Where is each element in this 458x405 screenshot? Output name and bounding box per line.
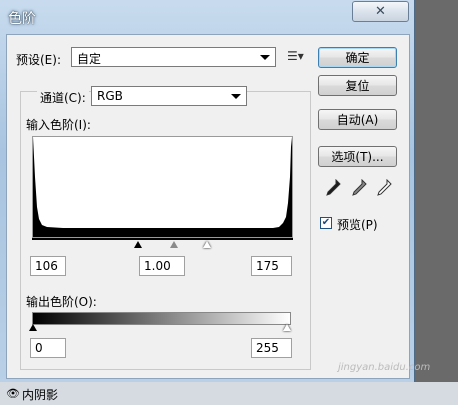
layers-panel-row[interactable]: 👁 内阴影 (0, 382, 458, 405)
reset-button[interactable]: 复位 (318, 75, 397, 96)
input-black-field[interactable]: 106 (30, 256, 66, 276)
output-white-slider[interactable] (283, 324, 291, 331)
dialog-body: 预设(E): 自定 ☰▾ 通道(C): RGB 输入色阶(I): 106 1.0… (6, 34, 410, 379)
levels-dialog: 色阶 ✕ 预设(E): 自定 ☰▾ 通道(C): RGB 输入色阶(I): 10… (0, 0, 415, 382)
checkmark-icon: ✔ (321, 217, 331, 228)
input-gamma-field[interactable]: 1.00 (139, 256, 185, 276)
preset-label: 预设(E): (16, 53, 61, 67)
gray-eyedropper-icon[interactable] (351, 179, 367, 197)
menu-list-icon[interactable]: ☰▾ (287, 49, 304, 63)
chevron-down-icon (231, 94, 241, 99)
channel-value: RGB (97, 89, 123, 103)
output-white-field[interactable]: 255 (251, 338, 292, 358)
channel-label: 通道(C): (37, 89, 89, 106)
gamma-slider[interactable] (170, 241, 178, 248)
visibility-eye-icon[interactable]: 👁 (6, 387, 20, 400)
input-levels-label: 输入色阶(I): (26, 118, 91, 132)
output-black-slider[interactable] (29, 324, 37, 331)
preset-select[interactable]: 自定 (71, 47, 276, 67)
chevron-down-icon (260, 55, 270, 60)
close-icon: ✕ (375, 4, 386, 19)
dialog-title: 色阶 (8, 11, 36, 27)
title-bar[interactable]: 色阶 ✕ (0, 0, 414, 34)
auto-button[interactable]: 自动(A) (318, 109, 397, 130)
close-button[interactable]: ✕ (352, 1, 409, 22)
output-black-field[interactable]: 0 (30, 338, 66, 358)
white-point-slider[interactable] (203, 241, 211, 248)
layer-label: 内阴影 (22, 388, 59, 402)
options-button[interactable]: 选项(T)... (318, 146, 397, 167)
channel-select[interactable]: RGB (91, 86, 247, 106)
histogram (32, 136, 293, 238)
output-gradient (32, 312, 291, 325)
white-eyedropper-icon[interactable] (376, 179, 392, 197)
black-eyedropper-icon[interactable] (325, 179, 341, 197)
preview-label: 预览(P) (337, 218, 378, 232)
histogram-graph (33, 137, 292, 237)
output-levels-label: 输出色阶(O): (26, 295, 97, 309)
input-white-field[interactable]: 175 (251, 256, 292, 276)
watermark: jingyan.baidu.com (338, 362, 431, 373)
black-point-slider[interactable] (134, 241, 142, 248)
preset-value: 自定 (77, 52, 102, 66)
preview-checkbox[interactable]: ✔ (320, 217, 332, 229)
ok-button[interactable]: 确定 (318, 47, 397, 68)
input-slider-track (32, 238, 293, 240)
